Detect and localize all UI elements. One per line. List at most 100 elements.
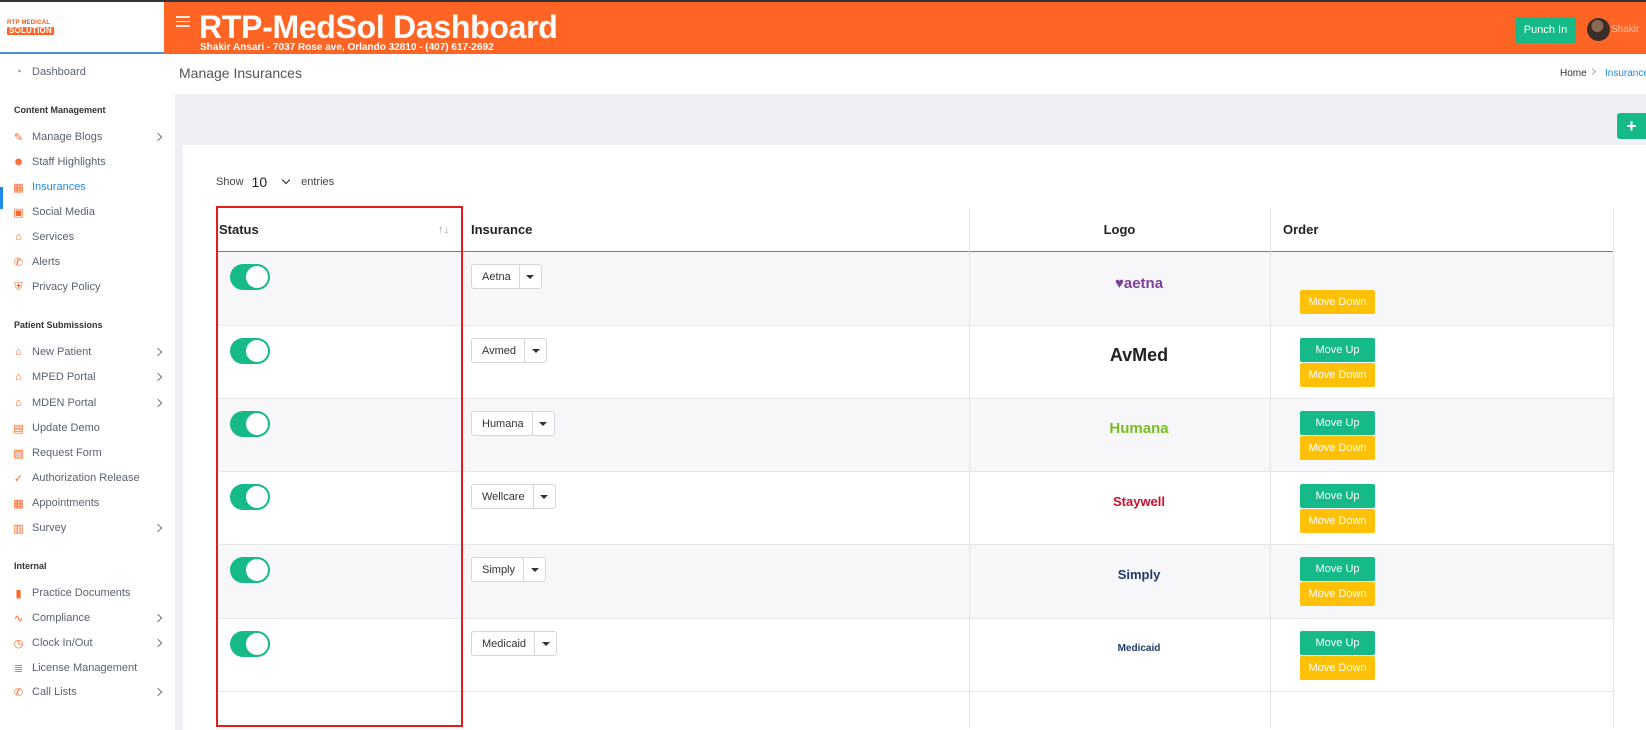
sidebar-item-staff-highlights[interactable]: ☻ Staff Highlights	[12, 153, 106, 171]
move-up-button[interactable]: Move Up	[1300, 484, 1375, 508]
caret-down-icon[interactable]	[518, 265, 541, 288]
caret-down-icon[interactable]	[524, 339, 546, 362]
move-up-button[interactable]: Move Up	[1300, 631, 1375, 655]
sidebar-item-label: Call Lists	[32, 686, 77, 698]
insurance-dropdown[interactable]: Humana	[471, 411, 555, 436]
check-doc-icon: ✓	[13, 472, 24, 485]
user-name[interactable]: Shakir	[1611, 24, 1639, 35]
sidebar-item-survey[interactable]: ▥ Survey	[12, 519, 163, 537]
sidebar-item-label: New Patient	[32, 346, 92, 358]
sidebar-item-dashboard[interactable]: ◔ Dashboard	[12, 63, 86, 81]
phone-icon: ✆	[13, 686, 24, 699]
sidebar-item-label: MPED Portal	[32, 371, 96, 383]
blog-icon: ✎	[13, 131, 24, 144]
move-down-button[interactable]: Move Down	[1300, 656, 1375, 680]
sidebar-item-label: Authorization Release	[32, 472, 140, 484]
sidebar-item-new-patient[interactable]: ⌂ New Patient	[12, 343, 163, 361]
sidebar-item-label: Services	[32, 231, 75, 243]
breadcrumb-home[interactable]: Home	[1560, 68, 1587, 79]
header-insurance[interactable]: Insurance	[448, 208, 969, 252]
caret-down-icon[interactable]	[523, 558, 545, 581]
insurance-dropdown[interactable]: Medicaid	[471, 631, 558, 656]
building-icon: ▦	[13, 181, 24, 194]
sidebar-item-services[interactable]: ⌂ Services	[12, 228, 74, 246]
shield-icon: ⛨	[14, 280, 23, 293]
sidebar-item-alerts[interactable]: ✆ Alerts	[12, 253, 60, 271]
calendar-icon: ▦	[13, 497, 24, 510]
sidebar-section-heading: Patient Submissions	[14, 320, 103, 330]
insurance-dropdown[interactable]: Wellcare	[471, 484, 556, 509]
move-down-button[interactable]: Move Down	[1300, 436, 1375, 460]
social-icon: ▣	[13, 206, 24, 219]
sidebar-item-label: Practice Documents	[32, 587, 131, 599]
sidebar-item-mden-portal[interactable]: ⌂ MDEN Portal	[12, 394, 163, 412]
sidebar-item-authorization-release[interactable]: ✓ Authorization Release	[12, 469, 140, 487]
sidebar-item-privacy-policy[interactable]: ⛨ Privacy Policy	[12, 278, 100, 296]
sidebar-item-label: License Management	[32, 662, 138, 674]
staff-icon: ☻	[12, 156, 25, 168]
sidebar-item-license-management[interactable]: ≣ License Management	[12, 659, 137, 677]
header-order[interactable]: Order	[1270, 208, 1613, 252]
move-down-button[interactable]: Move Down	[1300, 290, 1375, 314]
entries-select[interactable]: 10	[252, 174, 268, 190]
insurance-name: Aetna	[482, 270, 511, 283]
move-down-button[interactable]: Move Down	[1300, 509, 1375, 533]
sidebar-item-label: MDEN Portal	[32, 397, 97, 409]
sidebar-item-clock-in-out[interactable]: ◷ Clock In/Out	[12, 634, 163, 652]
insurance-name: Simply	[482, 563, 516, 576]
insurance-logo: Simply	[1117, 566, 1161, 582]
move-up-button[interactable]: Move Up	[1300, 338, 1375, 362]
insurance-name: Avmed	[482, 344, 517, 357]
sidebar-item-label: Dashboard	[32, 66, 86, 78]
sidebar-item-label: Staff Highlights	[32, 156, 106, 168]
caret-down-icon[interactable]	[532, 485, 555, 508]
move-up-button[interactable]: Move Up	[1300, 557, 1375, 581]
sidebar-item-label: Compliance	[32, 612, 91, 624]
sidebar-item-request-form[interactable]: ▧ Request Form	[12, 444, 102, 462]
sidebar-item-manage-blogs[interactable]: ✎ Manage Blogs	[12, 128, 163, 146]
insurance-logo: AvMed	[1109, 344, 1169, 365]
add-insurance-button[interactable]: +	[1617, 113, 1646, 139]
insurance-dropdown[interactable]: Simply	[471, 557, 547, 582]
insurance-logo: ♥aetna	[1114, 274, 1164, 292]
sidebar-item-update-demo[interactable]: ▤ Update Demo	[12, 419, 100, 437]
move-down-button[interactable]: Move Down	[1300, 582, 1375, 606]
active-indicator	[0, 187, 3, 209]
brand-logo[interactable]: RTP MEDICAL SOLUTION	[0, 2, 164, 54]
sidebar-item-social-media[interactable]: ▣ Social Media	[12, 203, 95, 221]
sidebar-item-label: Insurances	[32, 181, 86, 193]
chevron-down-icon[interactable]	[281, 175, 291, 185]
insurance-dropdown[interactable]: Aetna	[471, 264, 542, 289]
home-icon: ⌂	[15, 371, 22, 383]
sidebar-item-label: Survey	[32, 522, 67, 534]
sidebar-item-appointments[interactable]: ▦ Appointments	[12, 494, 99, 512]
avatar[interactable]	[1587, 18, 1610, 41]
sidebar-item-practice-documents[interactable]: ▮ Practice Documents	[12, 584, 130, 602]
sidebar-item-call-lists[interactable]: ✆ Call Lists	[12, 683, 163, 701]
header-logo[interactable]: Logo	[969, 208, 1270, 252]
insurance-dropdown[interactable]: Avmed	[471, 338, 548, 363]
sidebar-item-mped-portal[interactable]: ⌂ MPED Portal	[12, 368, 163, 386]
move-down-button[interactable]: Move Down	[1300, 363, 1375, 387]
sidebar-item-label: Alerts	[32, 256, 61, 268]
move-up-button[interactable]: Move Up	[1300, 411, 1375, 435]
caret-down-icon[interactable]	[531, 412, 554, 435]
page-header: Manage Insurances Home Insurance	[175, 54, 1646, 94]
phone-icon: ✆	[13, 256, 24, 269]
entries-selector: Show 10 entries	[216, 174, 334, 190]
sidebar-item-label: Request Form	[32, 447, 102, 459]
clipboard-icon: ▮	[15, 587, 22, 600]
logo-line2: SOLUTION	[7, 26, 54, 35]
id-card-icon: ▤	[13, 422, 24, 435]
column-divider	[969, 208, 970, 728]
list-icon: ≣	[13, 662, 24, 675]
practice-address: Shakir Ansari - 7037 Rose ave, Orlando 3…	[200, 42, 494, 53]
insurance-name: Medicaid	[482, 637, 527, 650]
sidebar-item-compliance[interactable]: ∿ Compliance	[12, 609, 163, 627]
punch-in-button[interactable]: Punch In	[1515, 17, 1576, 43]
caret-down-icon[interactable]	[534, 632, 556, 655]
file-icon: ▧	[13, 447, 24, 460]
sidebar-item-insurances[interactable]: ▦ Insurances	[12, 178, 86, 196]
menu-toggle-icon[interactable]	[176, 16, 190, 28]
breadcrumb-current: Insurance	[1605, 68, 1646, 79]
